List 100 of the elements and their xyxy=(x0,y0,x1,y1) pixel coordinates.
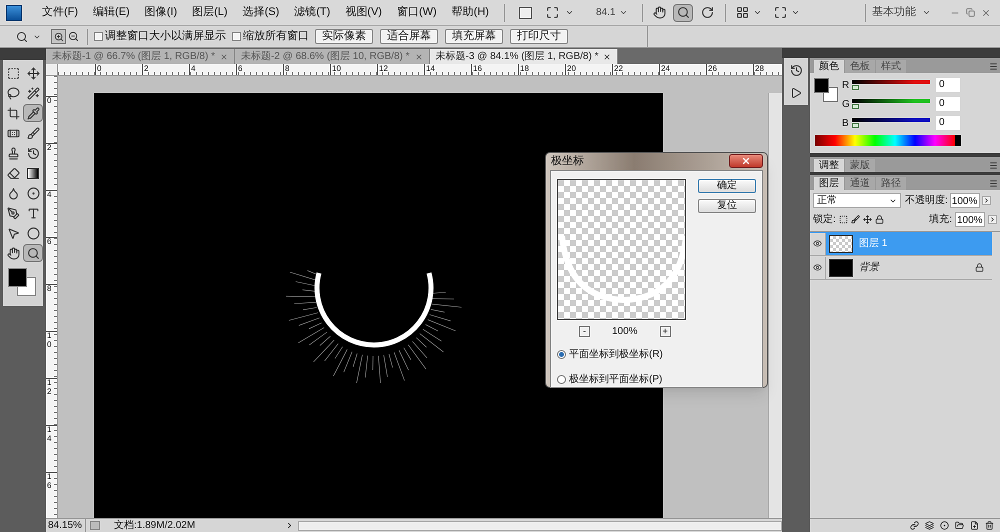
panel-tab[interactable]: 颜色 xyxy=(814,60,844,73)
option-button[interactable]: 实际像素 xyxy=(315,29,373,44)
ruler-label: 4 xyxy=(46,191,52,200)
document-tab[interactable]: 未标题-3 @ 84.1% (图层 1, RGB/8) * xyxy=(430,49,618,64)
color-spectrum[interactable] xyxy=(815,135,961,146)
channel-value-field[interactable]: 0 xyxy=(936,116,960,130)
zoom-out-button[interactable]: - xyxy=(579,326,590,336)
caret-icon xyxy=(922,8,931,17)
zoom-level-dropdown[interactable]: 84.1 xyxy=(596,5,628,20)
blend-mode-dropdown[interactable]: 正常 xyxy=(813,193,901,208)
zoom-icon[interactable] xyxy=(16,30,28,42)
option-button[interactable]: 填充屏幕 xyxy=(445,29,503,44)
actions-icon[interactable] xyxy=(790,87,802,99)
screen-mode-icon[interactable] xyxy=(546,6,559,19)
lock-icon[interactable] xyxy=(874,215,884,224)
eye-icon[interactable] xyxy=(813,239,822,248)
option-button[interactable]: 适合屏幕 xyxy=(380,29,438,44)
ruler-label: 10 xyxy=(46,332,52,350)
menu-item[interactable]: 选择(S) xyxy=(236,4,286,21)
layer-thumbnail xyxy=(829,258,853,276)
workspace-dropdown[interactable]: 基本功能 xyxy=(872,4,931,21)
ruler-label: 0 xyxy=(95,64,142,75)
trash-icon[interactable] xyxy=(985,521,994,530)
slider-thumb[interactable] xyxy=(852,122,859,128)
panel-tab[interactable]: 通道 xyxy=(845,177,875,190)
restore-icon[interactable] xyxy=(966,8,975,17)
caret-icon[interactable] xyxy=(564,8,574,17)
radio-button[interactable] xyxy=(557,374,566,384)
option-button[interactable]: 打印尺寸 xyxy=(510,29,568,44)
opacity-field[interactable]: 100% xyxy=(950,193,980,208)
zoom-out-icon[interactable] xyxy=(68,31,79,42)
checkbox[interactable] xyxy=(232,32,241,41)
radio-button[interactable] xyxy=(557,350,566,358)
eyedropper-icon[interactable] xyxy=(23,104,43,122)
menu-item[interactable]: 编辑(E) xyxy=(87,4,136,21)
folder-icon[interactable] xyxy=(955,521,964,530)
channel-value-field[interactable]: 0 xyxy=(936,78,960,92)
layer-row[interactable]: 背景 xyxy=(810,256,992,280)
slider-thumb[interactable] xyxy=(852,104,859,108)
menu-item[interactable]: 窗口(W) xyxy=(390,4,443,21)
panel-tab[interactable]: 样式 xyxy=(876,60,906,73)
close-icon[interactable] xyxy=(603,52,612,60)
zoom-in-icon[interactable] xyxy=(51,29,66,44)
document-tab[interactable]: 未标题-1 @ 66.7% (图层 1, RGB/8) * xyxy=(46,49,235,64)
dialog-button[interactable]: 复位 xyxy=(698,198,756,212)
zoom-icon[interactable] xyxy=(673,4,694,22)
circle-icon[interactable] xyxy=(940,521,949,530)
zoom-icon[interactable] xyxy=(23,244,43,262)
new-layer-icon[interactable] xyxy=(970,521,979,530)
document-tab[interactable]: 未标题-2 @ 68.6% (图层 10, RGB/8) * xyxy=(234,49,430,64)
zoom-in-button[interactable]: + xyxy=(660,326,671,336)
ruler-label: 20 xyxy=(565,64,612,75)
caret-icon xyxy=(619,8,628,17)
close-button[interactable] xyxy=(729,154,763,168)
checkbox[interactable] xyxy=(94,32,103,41)
panel-menu-icon[interactable] xyxy=(989,62,998,71)
vertical-scrollbar[interactable] xyxy=(768,93,782,518)
menu-item[interactable]: 图层(L) xyxy=(186,4,234,21)
panel-tab[interactable]: 图层 xyxy=(814,177,844,190)
panel-tab[interactable]: 蒙版 xyxy=(845,159,875,172)
link-icon[interactable] xyxy=(910,521,919,530)
arrange-icon[interactable] xyxy=(736,6,750,19)
color-swatches-icon[interactable] xyxy=(814,78,838,102)
dialog-button[interactable]: 确定 xyxy=(698,178,756,192)
eye-icon[interactable] xyxy=(813,263,822,272)
arrow-icon[interactable] xyxy=(988,215,997,224)
menu-item[interactable]: 滤镜(T) xyxy=(288,4,336,21)
brush-icon[interactable] xyxy=(850,215,860,224)
lock-pixels-icon[interactable] xyxy=(838,215,848,224)
panel-tab[interactable]: 路径 xyxy=(876,177,906,190)
history-icon[interactable] xyxy=(790,64,802,77)
caret-icon[interactable] xyxy=(791,8,800,17)
ruler-label: 14 xyxy=(424,64,471,75)
panel-menu-icon[interactable] xyxy=(989,179,998,188)
ruler-label: 8 xyxy=(46,285,52,294)
menu-item[interactable]: 帮助(H) xyxy=(446,4,495,21)
caret-icon[interactable] xyxy=(753,8,762,17)
checkbox-label: 缩放所有窗口 xyxy=(243,28,309,44)
channel-label: B xyxy=(842,116,850,130)
slider-thumb[interactable] xyxy=(852,84,859,90)
move-icon[interactable] xyxy=(862,215,872,224)
ruler-label: 12 xyxy=(377,64,424,75)
fill-field[interactable]: 100% xyxy=(955,212,985,227)
horizontal-scrollbar[interactable] xyxy=(298,520,782,530)
menu-item[interactable]: 文件(F) xyxy=(36,4,84,21)
panel-menu-icon[interactable] xyxy=(989,161,998,170)
channel-value-field[interactable]: 0 xyxy=(936,97,960,111)
layers-icon[interactable] xyxy=(925,521,934,530)
channel-label: R xyxy=(842,78,850,92)
layer-name: 背景 xyxy=(859,260,879,275)
radio-label: 平面坐标到极坐标(R) xyxy=(569,348,663,362)
ruler-label: 18 xyxy=(518,64,565,75)
menu-item[interactable]: 视图(V) xyxy=(339,4,388,21)
lock-label: 锁定: xyxy=(813,212,836,227)
panel-tab[interactable]: 色板 xyxy=(845,60,875,73)
ruler-label: 12 xyxy=(46,379,52,397)
menu-item[interactable]: 图像(I) xyxy=(138,4,184,21)
panel-tab[interactable]: 调整 xyxy=(814,159,844,172)
zoom-readout[interactable]: 84.15% xyxy=(46,518,86,532)
screen-icon[interactable] xyxy=(774,6,788,19)
